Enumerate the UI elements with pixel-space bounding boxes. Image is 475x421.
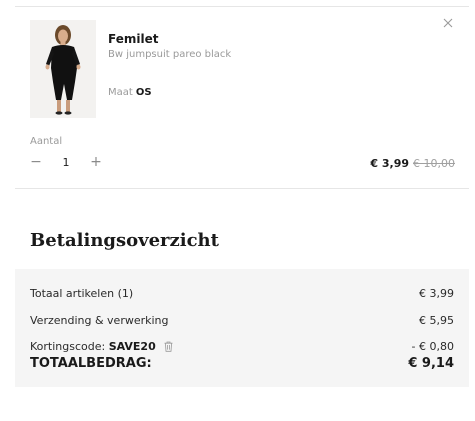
remove-discount-button[interactable] bbox=[164, 341, 173, 355]
total-label: TOTAALBEDRAG: bbox=[30, 356, 152, 371]
discount-label-group: Kortingscode: SAVE20 bbox=[30, 340, 173, 355]
payment-summary: Totaal artikelen (1) € 3,99 Verzending &… bbox=[15, 269, 469, 387]
discount-label: Kortingscode: bbox=[30, 340, 106, 353]
top-divider bbox=[15, 6, 469, 7]
size-value: OS bbox=[135, 87, 152, 98]
item-price: € 3,99 € 10,00 bbox=[370, 157, 455, 170]
product-brand[interactable]: Femilet bbox=[108, 32, 158, 46]
discount-code: SAVE20 bbox=[108, 340, 156, 353]
price-original: € 10,00 bbox=[413, 157, 455, 170]
summary-row-value: € 5,95 bbox=[419, 314, 454, 327]
summary-row-label: Totaal artikelen (1) bbox=[30, 287, 134, 300]
price-current: € 3,99 bbox=[370, 157, 409, 170]
size-label: Maat bbox=[108, 87, 133, 98]
total-value: € 9,14 bbox=[408, 356, 454, 371]
quantity-value[interactable]: 1 bbox=[56, 156, 76, 169]
product-photo bbox=[30, 20, 96, 118]
section-divider bbox=[15, 188, 469, 189]
remove-item-button[interactable] bbox=[441, 18, 455, 32]
product-name[interactable]: Bw jumpsuit pareo black bbox=[108, 49, 231, 60]
quantity-decrease-button[interactable]: − bbox=[29, 154, 43, 170]
discount-value: - € 0,80 bbox=[411, 340, 454, 353]
quantity-label: Aantal bbox=[30, 136, 63, 147]
quantity-increase-button[interactable]: + bbox=[89, 154, 103, 170]
summary-row-value: € 3,99 bbox=[419, 287, 454, 300]
size-row: Maat OS bbox=[108, 87, 152, 98]
trash-icon bbox=[164, 341, 173, 352]
product-image[interactable] bbox=[30, 20, 96, 118]
summary-row-label: Verzending & verwerking bbox=[30, 314, 169, 327]
payment-overview-title: Betalingsoverzicht bbox=[30, 230, 219, 251]
close-icon bbox=[443, 18, 453, 28]
